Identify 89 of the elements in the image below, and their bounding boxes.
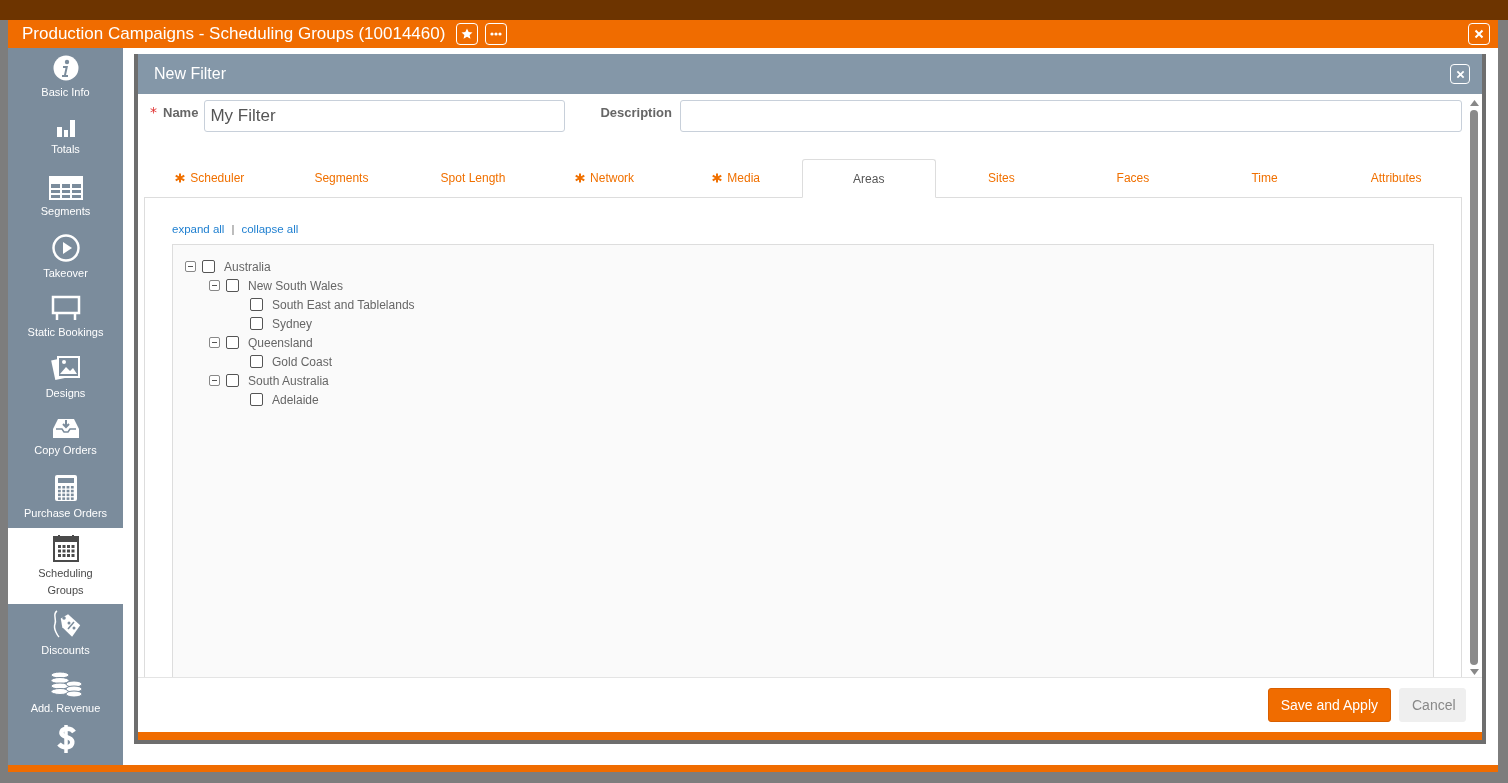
close-icon bbox=[1474, 29, 1484, 39]
table-icon bbox=[48, 176, 83, 200]
sidebar-label: Takeover bbox=[43, 266, 88, 281]
sidebar-label: Scheduling Groups bbox=[37, 565, 94, 598]
inbox-icon bbox=[50, 417, 81, 439]
sidebar-item[interactable]: Add. Revenue bbox=[8, 664, 123, 724]
more-icon bbox=[490, 32, 503, 36]
calculator-icon bbox=[53, 474, 78, 502]
close-button[interactable] bbox=[1468, 23, 1490, 45]
sidebar-item[interactable]: Basic Info bbox=[8, 48, 123, 108]
checkbox[interactable] bbox=[202, 260, 215, 273]
sidebar-label: Discounts bbox=[41, 643, 90, 658]
collapse-toggle[interactable] bbox=[209, 375, 220, 386]
close-button[interactable] bbox=[1450, 64, 1470, 84]
tab[interactable]: Attributes bbox=[1330, 159, 1462, 197]
sidebar-label: Segments bbox=[40, 204, 91, 219]
sidebar-label: Designs bbox=[45, 386, 86, 401]
cancel-button[interactable]: Cancel bbox=[1399, 688, 1466, 722]
description-field[interactable] bbox=[679, 100, 1462, 132]
billboard-icon bbox=[50, 295, 81, 321]
description-label: Description bbox=[600, 105, 672, 120]
info-icon bbox=[52, 55, 79, 81]
tab[interactable]: Spot Length bbox=[407, 159, 539, 197]
tree-item-label[interactable]: Sydney bbox=[272, 316, 313, 331]
minus-icon bbox=[211, 339, 218, 346]
tab[interactable]: Media bbox=[670, 159, 802, 197]
name-field[interactable]: My Filter bbox=[204, 100, 566, 132]
dollar-icon[interactable] bbox=[54, 724, 77, 754]
tab[interactable]: Areas bbox=[801, 159, 936, 198]
sidebar-item[interactable]: Static Bookings bbox=[8, 288, 123, 348]
tab[interactable]: Faces bbox=[1067, 159, 1199, 197]
collapse-all-link[interactable]: collapse all bbox=[241, 223, 299, 235]
star-icon bbox=[461, 28, 474, 40]
play-icon bbox=[51, 234, 80, 262]
photos-icon bbox=[50, 354, 81, 382]
tree-item-label[interactable]: South Australia bbox=[248, 373, 329, 388]
sidebar-label: Purchase Orders bbox=[23, 506, 108, 521]
sidebar-item[interactable]: Totals bbox=[8, 108, 123, 168]
collapse-toggle[interactable] bbox=[209, 337, 220, 348]
minus-icon bbox=[211, 282, 218, 289]
tree-item-label[interactable]: Gold Coast bbox=[272, 354, 333, 369]
close-icon bbox=[1455, 69, 1465, 79]
checkbox[interactable] bbox=[226, 374, 239, 387]
link-separator: | bbox=[231, 223, 235, 235]
tree-item-label[interactable]: Queensland bbox=[248, 335, 313, 350]
tab[interactable]: Segments bbox=[275, 159, 408, 197]
sidebar-item[interactable]: Purchase Orders bbox=[8, 468, 123, 528]
sidebar-label: Copy Orders bbox=[34, 443, 97, 458]
tab[interactable]: Scheduler bbox=[144, 159, 276, 197]
checkbox[interactable] bbox=[250, 317, 263, 330]
collapse-toggle[interactable] bbox=[209, 280, 220, 291]
more-button[interactable] bbox=[485, 23, 508, 45]
sidebar-item[interactable]: Designs bbox=[8, 348, 123, 408]
scroll-down-icon[interactable] bbox=[1469, 669, 1479, 675]
checkbox[interactable] bbox=[250, 355, 263, 368]
tree-item-label[interactable]: Australia bbox=[224, 259, 271, 274]
bar-chart-icon bbox=[55, 118, 76, 138]
sidebar-label: Totals bbox=[51, 142, 80, 157]
sidebar-item[interactable]: Discounts bbox=[8, 604, 123, 664]
sidebar-item[interactable]: Takeover bbox=[8, 228, 123, 288]
sidebar-label: Static Bookings bbox=[27, 325, 104, 340]
scroll-up-icon[interactable] bbox=[1469, 100, 1479, 106]
dialog-title: New Filter bbox=[154, 65, 226, 83]
checkbox[interactable] bbox=[226, 279, 239, 292]
window-title: Production Campaigns - Scheduling Groups (10014460) bbox=[22, 24, 446, 44]
tab[interactable]: Sites bbox=[935, 159, 1068, 197]
tree-item-label[interactable]: South East and Tablelands bbox=[272, 297, 415, 312]
collapse-toggle[interactable] bbox=[185, 261, 196, 272]
tab[interactable]: Time bbox=[1198, 159, 1331, 197]
tree-item-label[interactable]: Adelaide bbox=[272, 392, 319, 407]
checkbox[interactable] bbox=[250, 298, 263, 311]
sidebar-item[interactable]: Segments bbox=[8, 168, 123, 228]
calendar-icon bbox=[52, 533, 79, 562]
sidebar-item[interactable]: Scheduling Groups bbox=[8, 528, 123, 604]
required-mark: * bbox=[150, 104, 157, 120]
name-label: Name bbox=[163, 105, 199, 120]
coins-icon bbox=[48, 671, 83, 697]
sidebar-item[interactable]: Copy Orders bbox=[8, 408, 123, 468]
checkbox[interactable] bbox=[250, 393, 263, 406]
sidebar-label: Add. Revenue bbox=[30, 701, 101, 716]
expand-all-link[interactable]: expand all bbox=[172, 223, 225, 235]
checkbox[interactable] bbox=[226, 336, 239, 349]
favorite-button[interactable] bbox=[456, 23, 479, 45]
save-and-apply-button[interactable]: Save and Apply bbox=[1267, 688, 1391, 722]
minus-icon bbox=[211, 377, 218, 384]
minus-icon bbox=[187, 263, 194, 270]
tree-item-label[interactable]: New South Wales bbox=[248, 278, 343, 293]
tab[interactable]: Network bbox=[538, 159, 671, 197]
sidebar-label: Basic Info bbox=[41, 85, 90, 100]
